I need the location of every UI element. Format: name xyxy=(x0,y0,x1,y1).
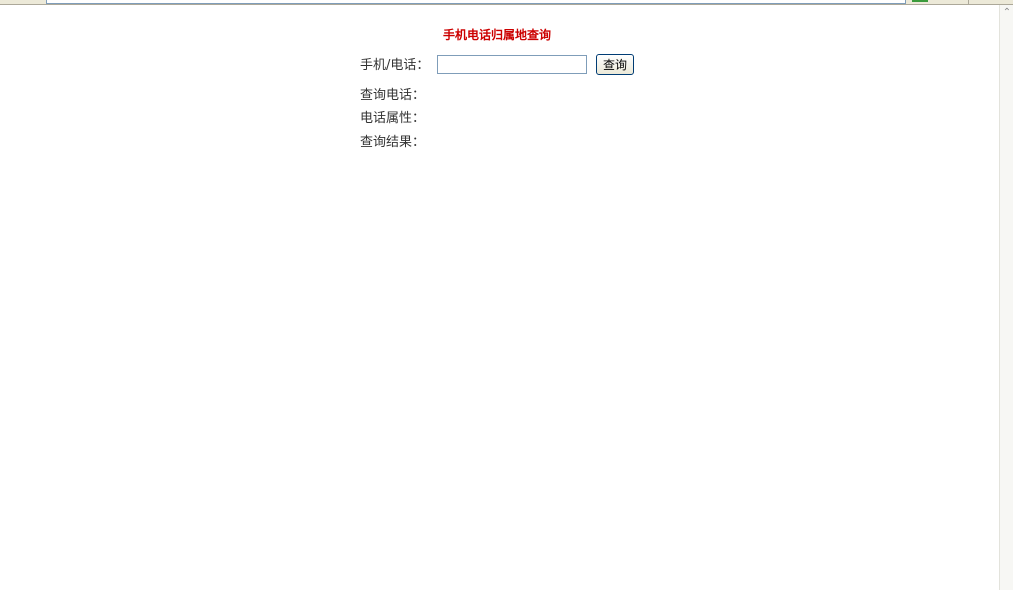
query-phone-label: 查询电话： xyxy=(360,88,426,103)
phone-attr-label: 电话属性： xyxy=(360,111,426,126)
vertical-scrollbar[interactable]: ⌃ xyxy=(999,5,1013,590)
phone-input[interactable] xyxy=(437,55,587,74)
address-bar[interactable] xyxy=(46,0,906,4)
scroll-up-icon[interactable]: ⌃ xyxy=(1002,8,1012,18)
query-button[interactable]: 查询 xyxy=(596,54,634,75)
toolbar-separator xyxy=(968,0,969,4)
go-icon[interactable] xyxy=(912,0,928,2)
query-result-label: 查询结果： xyxy=(360,135,426,150)
page-title: 手机电话归属地查询 xyxy=(442,28,551,42)
phone-label: 手机/电话： xyxy=(360,58,430,73)
page-content: 手机电话归属地查询 手机/电话： 查询 查询电话： 电话属性： 查询结果： xyxy=(0,5,1000,590)
